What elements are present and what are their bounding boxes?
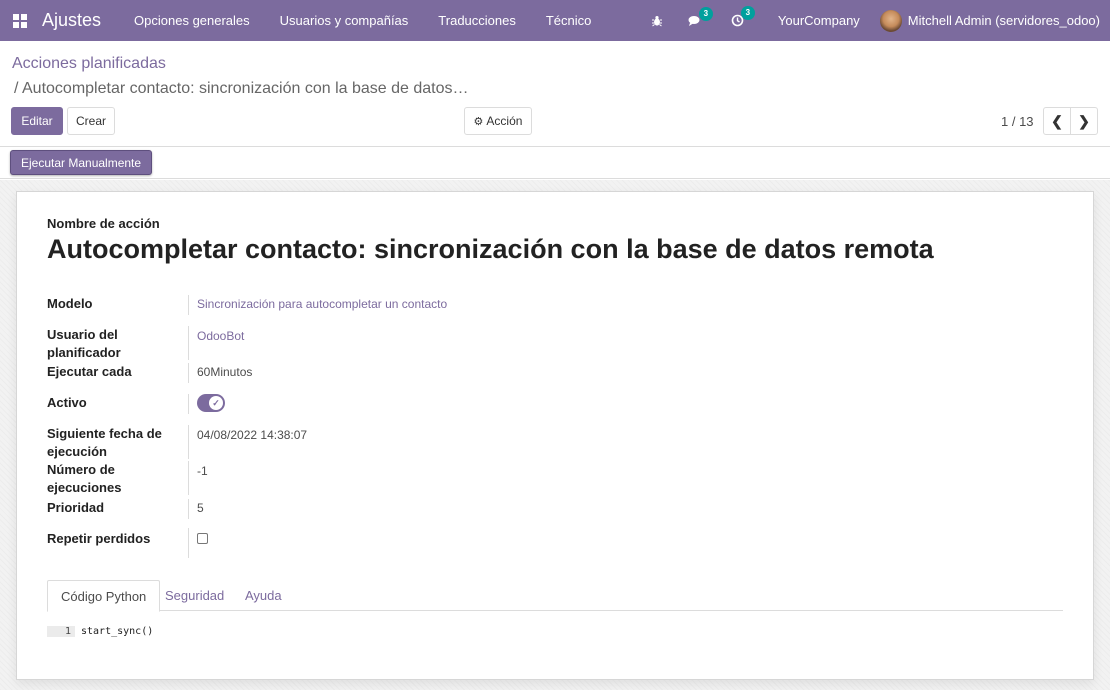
nextcall-value: 04/08/2022 14:38:07 <box>197 428 308 442</box>
user-avatar <box>879 9 902 32</box>
check-icon: ✓ <box>209 396 223 410</box>
field-separator <box>188 425 189 459</box>
active-toggle[interactable]: ✓ <box>197 394 225 412</box>
action-button-label: Acción <box>486 114 523 128</box>
field-separator <box>188 394 189 414</box>
field-separator <box>188 461 189 495</box>
action-menu-button[interactable]: ⚙ Acción <box>464 107 532 135</box>
breadcrumb-parent[interactable]: Acciones planificadas <box>12 55 166 73</box>
notebook-tabs: Código Python Seguridad Ayuda <box>47 580 1063 612</box>
chevron-left-icon: ❮ <box>1051 112 1063 129</box>
run-manually-button[interactable]: Ejecutar Manualmente <box>10 150 153 175</box>
field-separator <box>188 326 189 360</box>
apps-menu-icon[interactable] <box>10 11 30 31</box>
interval-value: 60Minutos <box>197 365 253 379</box>
create-button[interactable]: Crear <box>67 107 115 135</box>
user-menu[interactable]: Mitchell Admin (servidores_odoo) <box>879 9 1100 32</box>
numbercall-label: Número de ejecuciones <box>47 462 122 495</box>
messages-icon[interactable]: 3 <box>688 6 713 27</box>
form-statusbar: Ejecutar Manualmente <box>0 147 1110 179</box>
pager-value[interactable]: 1 / 13 <box>1001 114 1034 129</box>
priority-value: 5 <box>197 501 204 515</box>
active-label: Activo <box>47 395 87 410</box>
line-number: 1 <box>47 626 75 637</box>
model-label: Modelo <box>47 296 93 311</box>
field-separator <box>188 363 189 383</box>
doall-checkbox[interactable] <box>197 533 208 544</box>
field-separator <box>188 528 189 558</box>
doall-label: Repetir perdidos <box>47 531 151 546</box>
activities-badge: 3 <box>740 6 755 20</box>
action-name-label: Nombre de acción <box>47 216 160 231</box>
chevron-right-icon: ❯ <box>1078 112 1090 129</box>
code-editor[interactable]: 1 start_sync() <box>47 626 153 637</box>
tab-python-code[interactable]: Código Python <box>47 580 161 612</box>
gear-icon: ⚙ <box>473 115 484 128</box>
field-separator <box>188 499 189 519</box>
nextcall-label: Siguiente fecha de ejecución <box>47 426 162 459</box>
scheduler-user-label: Usuario del planificador <box>47 327 121 360</box>
form-sheet: Nombre de acción Autocompletar contacto:… <box>16 191 1094 680</box>
menu-item-general-settings[interactable]: Opciones generales <box>119 0 265 41</box>
top-navbar: Ajustes Opciones generales Usuarios y co… <box>0 0 1110 41</box>
scheduler-user-value[interactable]: OdooBot <box>197 329 244 343</box>
company-switcher[interactable]: YourCompany <box>778 13 860 28</box>
control-panel: Acciones planificadas / Autocompletar co… <box>0 41 1110 147</box>
pager-next-button[interactable]: ❯ <box>1070 107 1098 135</box>
menu-item-technical[interactable]: Técnico <box>531 0 607 41</box>
numbercall-value: -1 <box>197 464 208 478</box>
debug-bug-icon[interactable] <box>651 15 663 27</box>
app-brand[interactable]: Ajustes <box>42 10 101 31</box>
messages-badge: 3 <box>698 6 713 21</box>
user-name: Mitchell Admin (servidores_odoo) <box>907 13 1100 28</box>
interval-label: Ejecutar cada <box>47 364 132 379</box>
nav-menu: Opciones generales Usuarios y compañías … <box>119 0 606 41</box>
nav-systray: 3 3 YourCompany Mitchell Admin (servidor… <box>642 0 1110 41</box>
edit-button[interactable]: Editar <box>11 107 63 135</box>
menu-item-users-companies[interactable]: Usuarios y compañías <box>265 0 424 41</box>
field-separator <box>188 295 189 315</box>
model-value[interactable]: Sincronización para autocompletar un con… <box>197 297 447 311</box>
priority-label: Prioridad <box>47 500 105 515</box>
code-line: start_sync() <box>81 626 154 637</box>
record-title: Autocompletar contacto: sincronización c… <box>47 234 934 264</box>
activities-clock-icon[interactable]: 3 <box>731 6 755 27</box>
tab-help[interactable]: Ayuda <box>232 580 295 611</box>
tab-security[interactable]: Seguridad <box>152 580 237 611</box>
breadcrumb-current: / Autocompletar contacto: sincronización… <box>14 80 469 97</box>
pager-previous-button[interactable]: ❮ <box>1043 107 1071 135</box>
menu-item-translations[interactable]: Traducciones <box>423 0 531 41</box>
